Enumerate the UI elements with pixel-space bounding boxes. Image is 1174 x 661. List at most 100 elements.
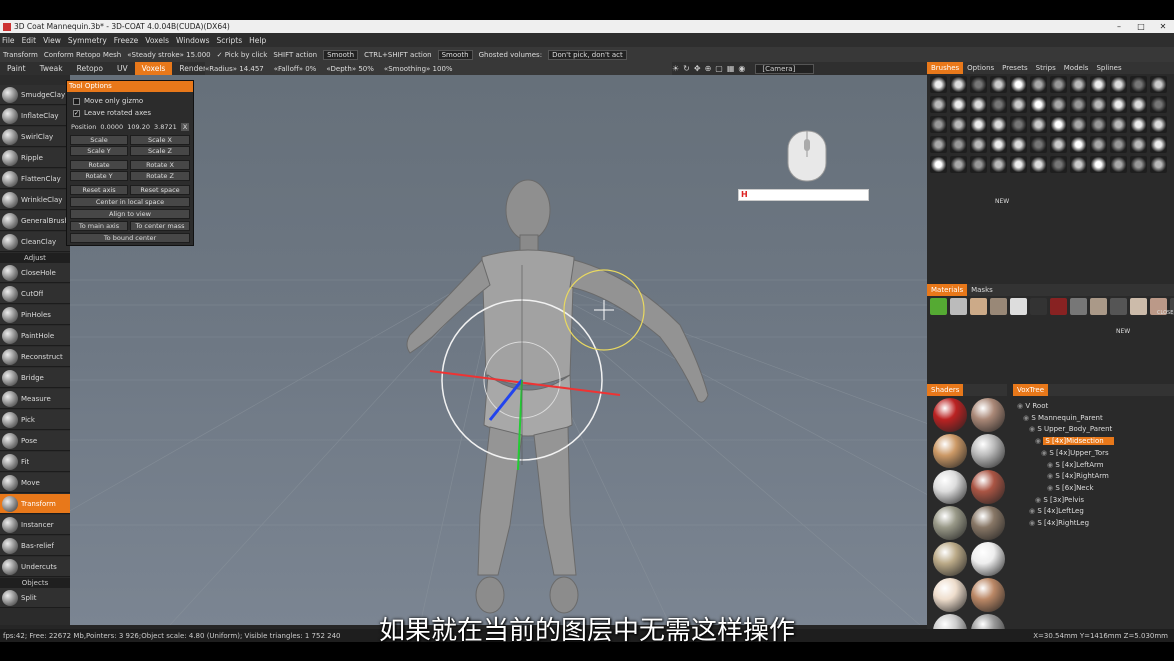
align-to-view-button[interactable]: Align to view [70, 209, 190, 219]
maximize-icon[interactable]: □ [1130, 22, 1152, 31]
voxtree-item[interactable]: ◉ S [4x]Upper_Tors [1041, 449, 1109, 457]
to-center-mass-button[interactable]: To center mass [130, 221, 190, 231]
brush-alpha[interactable] [1150, 76, 1167, 93]
tab-tweak[interactable]: Tweak [33, 62, 70, 75]
voxtree-item[interactable]: ◉ S [4x]LeftArm [1047, 461, 1104, 469]
tab-paint[interactable]: Paint [0, 62, 33, 75]
brush-alpha[interactable] [1010, 156, 1027, 173]
shader-ball[interactable] [971, 398, 1005, 432]
mannequin-model[interactable] [406, 179, 709, 614]
shader-ball[interactable] [933, 578, 967, 612]
menu-file[interactable]: File [2, 36, 15, 45]
material-swatch[interactable] [1130, 298, 1147, 315]
tab-voxels[interactable]: Voxels [134, 62, 173, 75]
shader-ball[interactable] [933, 542, 967, 576]
brush-alpha[interactable] [990, 96, 1007, 113]
brush-alpha[interactable] [970, 136, 987, 153]
tab-splines[interactable]: Splines [1092, 62, 1125, 74]
reset-space-button[interactable]: Reset space [130, 185, 190, 195]
brush-alpha[interactable] [1030, 156, 1047, 173]
menu-freeze[interactable]: Freeze [114, 36, 138, 45]
brush-alpha[interactable] [930, 116, 947, 133]
section-adjust[interactable]: Adjust [0, 253, 70, 263]
material-swatch[interactable] [1090, 298, 1107, 315]
tab-materials[interactable]: Materials [927, 284, 968, 296]
tab-options[interactable]: Options [963, 62, 998, 74]
depth-field[interactable]: «Depth» 50% [326, 65, 374, 73]
ctrl-shift-action-select[interactable]: Smooth [437, 49, 473, 60]
tool-options-title[interactable]: Tool Options [67, 81, 193, 92]
brush-alpha[interactable] [970, 156, 987, 173]
scale-button[interactable]: Scale [70, 135, 128, 145]
menu-help[interactable]: Help [249, 36, 266, 45]
material-swatch[interactable] [930, 298, 947, 315]
tab-models[interactable]: Models [1060, 62, 1093, 74]
transform-mode[interactable]: Transform [3, 51, 38, 59]
material-swatch[interactable] [1110, 298, 1127, 315]
brush-alpha[interactable] [1050, 96, 1067, 113]
brush-alpha[interactable] [970, 76, 987, 93]
tool-smudgeclay[interactable]: SmudgeClay [0, 85, 70, 105]
brush-alpha[interactable] [1130, 136, 1147, 153]
brush-alpha[interactable] [1150, 116, 1167, 133]
tab-voxtree[interactable]: VoxTree [1013, 384, 1049, 396]
minimize-icon[interactable]: – [1108, 22, 1130, 31]
tool-instancer[interactable]: Instancer [0, 515, 70, 535]
brush-alpha[interactable] [930, 156, 947, 173]
brush-alpha[interactable] [930, 76, 947, 93]
camera-icon[interactable]: ◉ [738, 64, 745, 73]
brush-alpha[interactable] [1110, 156, 1127, 173]
tool-cleanclay[interactable]: CleanClay [0, 232, 70, 252]
menu-windows[interactable]: Windows [176, 36, 209, 45]
material-swatch[interactable] [1050, 298, 1067, 315]
brush-alpha[interactable] [950, 136, 967, 153]
brush-alpha[interactable] [1150, 156, 1167, 173]
tool-bridge[interactable]: Bridge [0, 368, 70, 388]
menu-edit[interactable]: Edit [22, 36, 37, 45]
voxtree-item[interactable]: ◉ S Mannequin_Parent [1023, 414, 1103, 422]
brush-alpha[interactable] [1050, 156, 1067, 173]
shader-ball[interactable] [971, 542, 1005, 576]
tab-strips[interactable]: Strips [1032, 62, 1060, 74]
menu-symmetry[interactable]: Symmetry [68, 36, 107, 45]
scale-x-button[interactable]: Scale X [130, 135, 190, 145]
shader-ball[interactable] [933, 506, 967, 540]
brush-alpha[interactable] [970, 116, 987, 133]
move-only-gizmo-checkbox[interactable]: Move only gizmo [73, 97, 143, 105]
voxtree-item[interactable]: ◉ S [4x]RightArm [1047, 472, 1109, 480]
voxtree-item[interactable]: ◉ S [4x]Midsection [1035, 437, 1114, 446]
brush-alpha[interactable] [1070, 156, 1087, 173]
brush-alpha[interactable] [1010, 136, 1027, 153]
tool-move[interactable]: Move [0, 473, 70, 493]
shader-ball[interactable] [933, 398, 967, 432]
center-local-space-button[interactable]: Center in local space [70, 197, 190, 207]
tool-bas-relief[interactable]: Bas-relief [0, 536, 70, 556]
tab-uv[interactable]: UV [110, 62, 135, 75]
rotate-view-icon[interactable]: ↻ [683, 64, 690, 73]
scale-y-button[interactable]: Scale Y [70, 146, 128, 156]
voxtree-item[interactable]: ◉ S [4x]RightLeg [1029, 519, 1089, 527]
camera-select[interactable]: [Camera] [755, 63, 815, 74]
steady-stroke[interactable]: «Steady stroke» 15.000 [127, 51, 210, 59]
brush-alpha[interactable] [1110, 116, 1127, 133]
brush-alpha[interactable] [1070, 96, 1087, 113]
tool-flattenclay[interactable]: FlattenClay [0, 169, 70, 189]
tool-cutoff[interactable]: CutOff [0, 284, 70, 304]
brush-alpha[interactable] [1010, 76, 1027, 93]
brush-alpha[interactable] [1090, 116, 1107, 133]
materials-grid[interactable] [930, 298, 1174, 338]
reset-axis-button[interactable]: Reset axis [70, 185, 128, 195]
brush-alpha[interactable] [990, 116, 1007, 133]
brush-alpha[interactable] [930, 96, 947, 113]
rotate-x-button[interactable]: Rotate X [130, 160, 190, 170]
shader-ball[interactable] [933, 434, 967, 468]
pan-icon[interactable]: ✥ [694, 64, 701, 73]
tool-reconstruct[interactable]: Reconstruct [0, 347, 70, 367]
brush-alpha[interactable] [970, 96, 987, 113]
brush-alpha[interactable] [1090, 136, 1107, 153]
radius-field[interactable]: «Radius» 14.457 [205, 65, 264, 73]
light-icon[interactable]: ☀ [672, 64, 679, 73]
shift-action-select[interactable]: Smooth [323, 49, 359, 60]
ghosted-volumes-select[interactable]: Don't pick, don't act [548, 49, 627, 60]
brush-alphas-grid[interactable] [930, 76, 1173, 216]
